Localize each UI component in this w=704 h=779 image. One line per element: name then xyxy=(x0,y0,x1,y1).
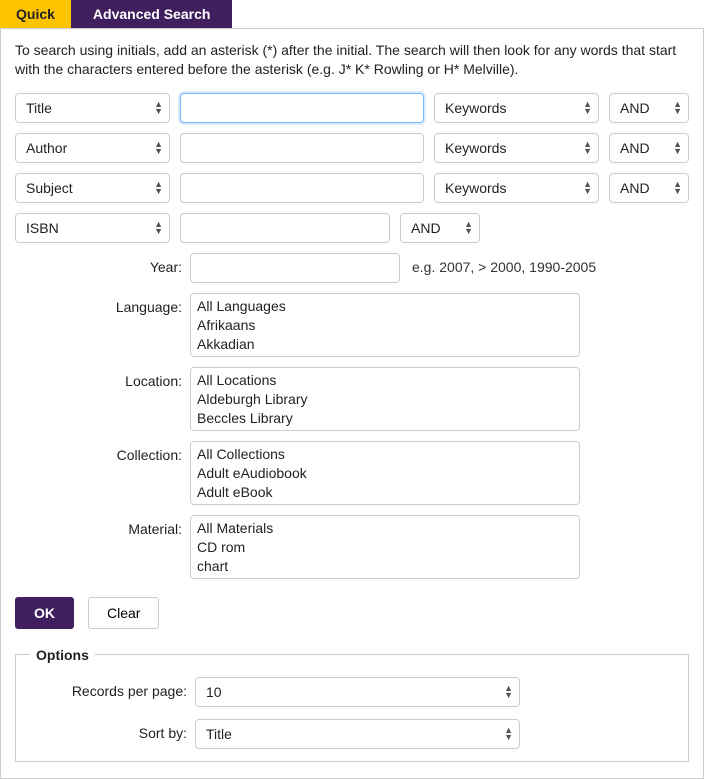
records-per-page-select[interactable]: 10 ▲▼ xyxy=(195,677,520,707)
language-listbox[interactable]: All Languages Afrikaans Akkadian xyxy=(190,293,580,357)
chevron-updown-icon: ▲▼ xyxy=(673,181,682,195)
field-select-4[interactable]: ISBN ▲▼ xyxy=(15,213,170,243)
tab-quick[interactable]: Quick xyxy=(0,0,71,28)
list-item[interactable]: Aldeburgh Library xyxy=(197,390,573,409)
list-item[interactable]: chart xyxy=(197,557,573,576)
collection-listbox[interactable]: All Collections Adult eAudiobook Adult e… xyxy=(190,441,580,505)
material-label: Material: xyxy=(15,515,190,579)
operator-select-2[interactable]: AND ▲▼ xyxy=(609,133,689,163)
sort-by-label: Sort by: xyxy=(30,719,195,749)
match-select-2-value: Keywords xyxy=(445,140,506,156)
match-select-2[interactable]: Keywords ▲▼ xyxy=(434,133,599,163)
field-select-3[interactable]: Subject ▲▼ xyxy=(15,173,170,203)
list-item[interactable]: Akkadian xyxy=(197,335,573,354)
chevron-updown-icon: ▲▼ xyxy=(154,221,163,235)
list-item[interactable]: Afrikaans xyxy=(197,316,573,335)
search-input-2[interactable] xyxy=(180,133,424,163)
field-select-1[interactable]: Title ▲▼ xyxy=(15,93,170,123)
sort-by-value: Title xyxy=(206,726,232,742)
list-item[interactable]: All Materials xyxy=(197,519,573,538)
chevron-updown-icon: ▲▼ xyxy=(154,141,163,155)
list-item[interactable]: All Locations xyxy=(197,371,573,390)
ok-button[interactable]: OK xyxy=(15,597,74,629)
list-item[interactable]: Adult eBook xyxy=(197,483,573,502)
list-item[interactable]: All Collections xyxy=(197,445,573,464)
field-select-1-value: Title xyxy=(26,100,52,116)
options-fieldset: Options Records per page: 10 ▲▼ Sort by:… xyxy=(15,647,689,762)
chevron-updown-icon: ▲▼ xyxy=(154,101,163,115)
records-per-page-value: 10 xyxy=(206,684,222,700)
operator-select-3[interactable]: AND ▲▼ xyxy=(609,173,689,203)
records-per-page-label: Records per page: xyxy=(30,677,195,707)
collection-label: Collection: xyxy=(15,441,190,505)
chevron-updown-icon: ▲▼ xyxy=(504,727,513,741)
match-select-1[interactable]: Keywords ▲▼ xyxy=(434,93,599,123)
chevron-updown-icon: ▲▼ xyxy=(464,221,473,235)
chevron-updown-icon: ▲▼ xyxy=(583,141,592,155)
list-item[interactable]: All Languages xyxy=(197,297,573,316)
year-input[interactable] xyxy=(190,253,400,283)
chevron-updown-icon: ▲▼ xyxy=(504,685,513,699)
chevron-updown-icon: ▲▼ xyxy=(154,181,163,195)
match-select-1-value: Keywords xyxy=(445,100,506,116)
search-input-3[interactable] xyxy=(180,173,424,203)
search-input-1[interactable] xyxy=(180,93,424,123)
chevron-updown-icon: ▲▼ xyxy=(583,181,592,195)
clear-button[interactable]: Clear xyxy=(88,597,159,629)
chevron-updown-icon: ▲▼ xyxy=(673,101,682,115)
list-item[interactable]: Beccles Library xyxy=(197,409,573,428)
material-listbox[interactable]: All Materials CD rom chart xyxy=(190,515,580,579)
tab-advanced[interactable]: Advanced Search xyxy=(71,0,233,28)
list-item[interactable]: Adult eAudiobook xyxy=(197,464,573,483)
language-label: Language: xyxy=(15,293,190,357)
list-item[interactable]: CD rom xyxy=(197,538,573,557)
operator-select-4[interactable]: AND ▲▼ xyxy=(400,213,480,243)
chevron-updown-icon: ▲▼ xyxy=(583,101,592,115)
sort-by-select[interactable]: Title ▲▼ xyxy=(195,719,520,749)
match-select-3[interactable]: Keywords ▲▼ xyxy=(434,173,599,203)
match-select-3-value: Keywords xyxy=(445,180,506,196)
location-listbox[interactable]: All Locations Aldeburgh Library Beccles … xyxy=(190,367,580,431)
chevron-updown-icon: ▲▼ xyxy=(673,141,682,155)
year-hint: e.g. 2007, > 2000, 1990-2005 xyxy=(412,253,596,283)
year-label: Year: xyxy=(15,253,190,283)
search-input-4[interactable] xyxy=(180,213,390,243)
field-select-2[interactable]: Author ▲▼ xyxy=(15,133,170,163)
search-instructions: To search using initials, add an asteris… xyxy=(15,41,689,79)
operator-select-1[interactable]: AND ▲▼ xyxy=(609,93,689,123)
field-select-2-value: Author xyxy=(26,140,67,156)
location-label: Location: xyxy=(15,367,190,431)
field-select-4-value: ISBN xyxy=(26,220,59,236)
advanced-search-panel: To search using initials, add an asteris… xyxy=(0,28,704,779)
options-legend: Options xyxy=(30,647,95,663)
operator-select-1-value: AND xyxy=(620,100,650,116)
operator-select-3-value: AND xyxy=(620,180,650,196)
field-select-3-value: Subject xyxy=(26,180,73,196)
operator-select-2-value: AND xyxy=(620,140,650,156)
operator-select-4-value: AND xyxy=(411,220,441,236)
